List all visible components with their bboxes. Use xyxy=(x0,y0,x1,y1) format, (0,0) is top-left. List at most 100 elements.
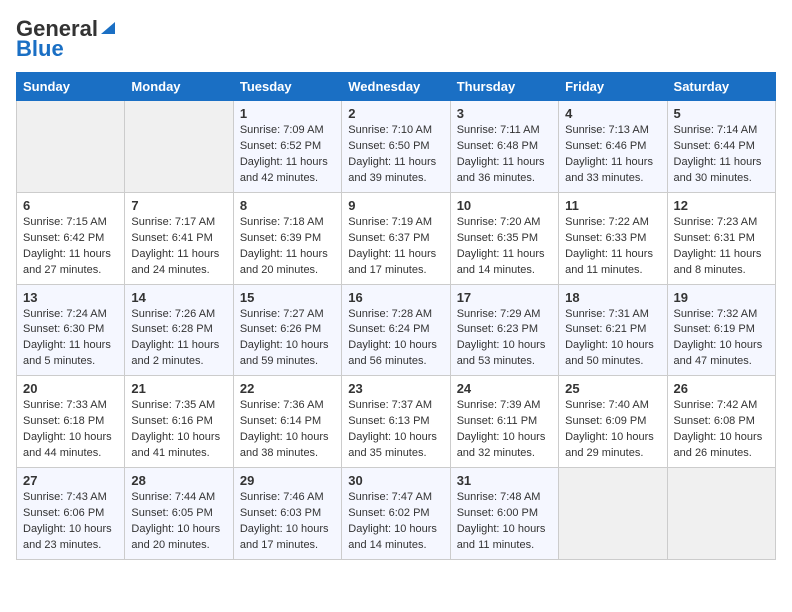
calendar-cell: 17Sunrise: 7:29 AMSunset: 6:23 PMDayligh… xyxy=(450,284,558,376)
sunset-text: Sunset: 6:11 PM xyxy=(457,415,538,427)
calendar-cell: 19Sunrise: 7:32 AMSunset: 6:19 PMDayligh… xyxy=(667,284,775,376)
sunrise-text: Sunrise: 7:35 AM xyxy=(131,399,215,411)
days-header-row: SundayMondayTuesdayWednesdayThursdayFrid… xyxy=(17,73,776,101)
day-number: 10 xyxy=(457,198,552,213)
sunset-text: Sunset: 6:00 PM xyxy=(457,507,538,519)
calendar-cell: 14Sunrise: 7:26 AMSunset: 6:28 PMDayligh… xyxy=(125,284,233,376)
sunrise-text: Sunrise: 7:44 AM xyxy=(131,491,215,503)
sunset-text: Sunset: 6:08 PM xyxy=(674,415,755,427)
day-number: 9 xyxy=(348,198,443,213)
daylight-text: Daylight: 11 hours and 33 minutes. xyxy=(565,156,653,184)
day-number: 15 xyxy=(240,290,335,305)
calendar-cell: 16Sunrise: 7:28 AMSunset: 6:24 PMDayligh… xyxy=(342,284,450,376)
daylight-text: Daylight: 10 hours and 32 minutes. xyxy=(457,431,546,459)
calendar-cell: 25 Sunrise: 7:40 AMSunset: 6:09 PMDayligh… xyxy=(559,376,667,468)
daylight-text: Daylight: 10 hours and 20 minutes. xyxy=(131,523,220,551)
calendar-cell xyxy=(17,101,125,193)
daylight-text: Daylight: 10 hours and 23 minutes. xyxy=(23,523,112,551)
daylight-text: Daylight: 10 hours and 14 minutes. xyxy=(348,523,437,551)
sunset-text: Sunset: 6:30 PM xyxy=(23,323,104,335)
sunrise-text: Sunrise: 7:17 AM xyxy=(131,216,215,228)
sunrise-text: Sunrise: 7:47 AM xyxy=(348,491,432,503)
calendar-cell: 11Sunrise: 7:22 AMSunset: 6:33 PMDayligh… xyxy=(559,192,667,284)
calendar-cell: 24Sunrise: 7:39 AMSunset: 6:11 PMDayligh… xyxy=(450,376,558,468)
daylight-text: Daylight: 10 hours and 53 minutes. xyxy=(457,339,546,367)
day-number: 29 xyxy=(240,473,335,488)
sunset-text: Sunset: 6:52 PM xyxy=(240,140,321,152)
day-number: 25 xyxy=(565,381,660,396)
day-number: 27 xyxy=(23,473,118,488)
sunset-text: Sunset: 6:44 PM xyxy=(674,140,755,152)
sunset-text: Sunset: 6:46 PM xyxy=(565,140,646,152)
calendar-cell: 9Sunrise: 7:19 AMSunset: 6:37 PMDaylight… xyxy=(342,192,450,284)
cell-info: Sunrise: 7:35 AMSunset: 6:16 PMDaylight:… xyxy=(131,398,226,462)
day-header-monday: Monday xyxy=(125,73,233,101)
daylight-text: Daylight: 10 hours and 11 minutes. xyxy=(457,523,546,551)
day-number: 30 xyxy=(348,473,443,488)
day-number: 23 xyxy=(348,381,443,396)
day-number: 22 xyxy=(240,381,335,396)
sunset-text: Sunset: 6:23 PM xyxy=(457,323,538,335)
sunrise-text: Sunrise: 7:37 AM xyxy=(348,399,432,411)
calendar-cell: 1Sunrise: 7:09 AMSunset: 6:52 PMDaylight… xyxy=(233,101,341,193)
cell-info: Sunrise: 7:14 AMSunset: 6:44 PMDaylight:… xyxy=(674,123,769,187)
day-number: 8 xyxy=(240,198,335,213)
day-number: 12 xyxy=(674,198,769,213)
day-number: 5 xyxy=(674,106,769,121)
daylight-text: Daylight: 11 hours and 11 minutes. xyxy=(565,248,653,276)
calendar-cell: 28 Sunrise: 7:44 AM Sunset: 6:05 PM Dayligh… xyxy=(125,468,233,560)
sunset-text: Sunset: 6:21 PM xyxy=(565,323,646,335)
sunrise-text: Sunrise: 7:29 AM xyxy=(457,308,541,320)
daylight-text: Daylight: 11 hours and 24 minutes. xyxy=(131,248,219,276)
calendar-cell xyxy=(667,468,775,560)
calendar-cell: 13 Sunrise: 7:24 AMSunset: 6:30 PMDayligh… xyxy=(17,284,125,376)
sunrise-text: Sunrise: 7:36 AM xyxy=(240,399,324,411)
cell-info: Sunrise: 7:44 AM Sunset: 6:05 PM Daylight:… xyxy=(131,490,226,554)
cell-info: Sunrise: 7:20 AMSunset: 6:35 PMDaylight:… xyxy=(457,215,552,279)
day-number: 20 xyxy=(23,381,118,396)
sunrise-text: Sunrise: 7:18 AM xyxy=(240,216,324,228)
sunset-text: Sunset: 6:39 PM xyxy=(240,232,321,244)
sunrise-text: Sunrise: 7:09 AM xyxy=(240,124,324,136)
sunset-text: Sunset: 6:16 PM xyxy=(131,415,212,427)
page-header: General Blue xyxy=(16,16,776,62)
sunrise-text: Sunrise: 7:39 AM xyxy=(457,399,541,411)
day-header-wednesday: Wednesday xyxy=(342,73,450,101)
daylight-text: Daylight: 11 hours and 2 minutes. xyxy=(131,339,219,367)
sunrise-text: Sunrise: 7:48 AM xyxy=(457,491,541,503)
cell-info: Sunrise: 7:47 AMSunset: 6:02 PMDaylight:… xyxy=(348,490,443,554)
sunset-text: Sunset: 6:09 PM xyxy=(565,415,646,427)
cell-info: Sunrise: 7:24 AMSunset: 6:30 PMDaylight:… xyxy=(23,307,118,371)
cell-info: Sunrise: 7:40 AMSunset: 6:09 PMDaylight:… xyxy=(565,398,660,462)
cell-info: Sunrise: 7:37 AMSunset: 6:13 PMDaylight:… xyxy=(348,398,443,462)
sunset-text: Sunset: 6:50 PM xyxy=(348,140,429,152)
sunset-text: Sunset: 6:28 PM xyxy=(131,323,212,335)
day-header-tuesday: Tuesday xyxy=(233,73,341,101)
day-number: 28 xyxy=(131,473,226,488)
calendar-cell: 23 Sunrise: 7:37 AMSunset: 6:13 PMDayligh… xyxy=(342,376,450,468)
daylight-text: Daylight: 10 hours and 26 minutes. xyxy=(674,431,763,459)
sunrise-text: Sunrise: 7:42 AM xyxy=(674,399,758,411)
sunrise-text: Sunrise: 7:33 AM xyxy=(23,399,107,411)
daylight-text: Daylight: 11 hours and 42 minutes. xyxy=(240,156,328,184)
calendar-week-row: 13 Sunrise: 7:24 AMSunset: 6:30 PMDayligh… xyxy=(17,284,776,376)
sunrise-text: Sunrise: 7:10 AM xyxy=(348,124,432,136)
cell-info: Sunrise: 7:15 AMSunset: 6:42 PMDaylight:… xyxy=(23,215,118,279)
calendar-cell: 7Sunrise: 7:17 AMSunset: 6:41 PMDaylight… xyxy=(125,192,233,284)
sunset-text: Sunset: 6:18 PM xyxy=(23,415,104,427)
calendar-cell: 12Sunrise: 7:23 AMSunset: 6:31 PMDayligh… xyxy=(667,192,775,284)
day-number: 13 xyxy=(23,290,118,305)
sunset-text: Sunset: 6:05 PM xyxy=(131,507,212,519)
calendar-table: SundayMondayTuesdayWednesdayThursdayFrid… xyxy=(16,72,776,560)
calendar-cell: 5 Sunrise: 7:14 AMSunset: 6:44 PMDaylight… xyxy=(667,101,775,193)
logo-text-blue: Blue xyxy=(16,36,64,62)
sunset-text: Sunset: 6:37 PM xyxy=(348,232,429,244)
sunrise-text: Sunrise: 7:31 AM xyxy=(565,308,649,320)
cell-info: Sunrise: 7:33 AMSunset: 6:18 PMDaylight:… xyxy=(23,398,118,462)
cell-info: Sunrise: 7:48 AM Sunset: 6:00 PM Daylight:… xyxy=(457,490,552,554)
daylight-text: Daylight: 11 hours and 5 minutes. xyxy=(23,339,111,367)
daylight-text: Daylight: 10 hours and 47 minutes. xyxy=(674,339,763,367)
day-number: 14 xyxy=(131,290,226,305)
cell-info: Sunrise: 7:22 AMSunset: 6:33 PMDaylight:… xyxy=(565,215,660,279)
daylight-text: Daylight: 11 hours and 27 minutes. xyxy=(23,248,111,276)
